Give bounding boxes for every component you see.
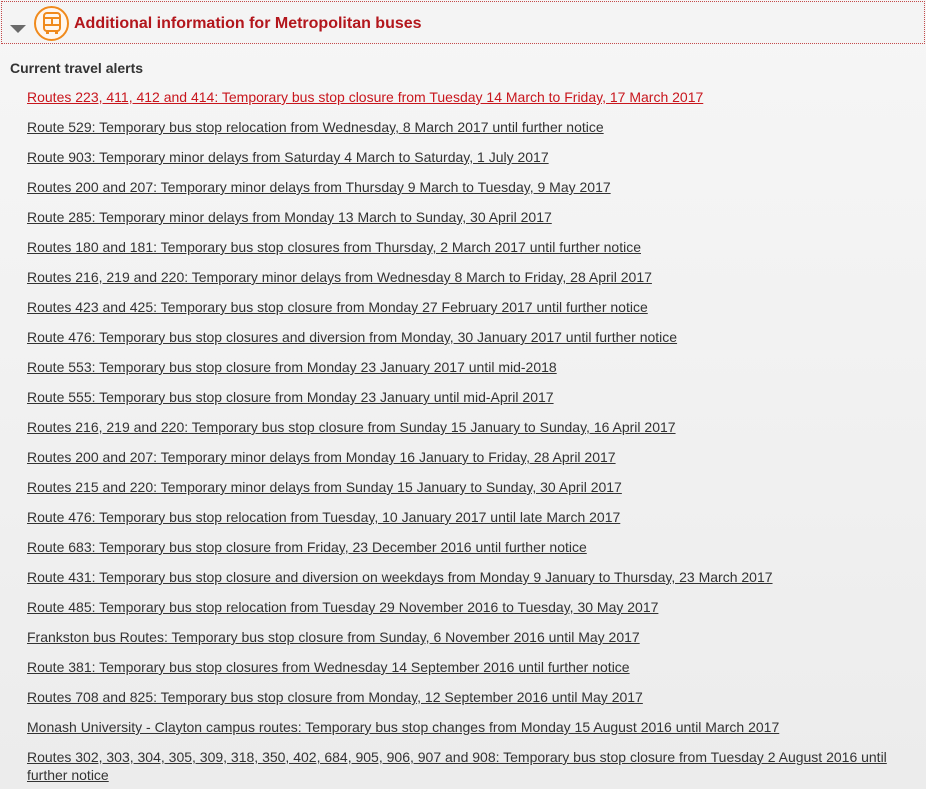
travel-alert-link[interactable]: Routes 223, 411, 412 and 414: Temporary … [27,89,703,105]
list-item: Routes 215 and 220: Temporary minor dela… [27,479,917,509]
travel-alert-link[interactable]: Route 381: Temporary bus stop closures f… [27,659,630,675]
travel-alert-link[interactable]: Routes 216, 219 and 220: Temporary minor… [27,269,652,285]
list-item: Routes 708 and 825: Temporary bus stop c… [27,689,917,719]
current-travel-alerts-heading: Current travel alerts [10,60,144,76]
panel-title[interactable]: Additional information for Metropolitan … [74,15,422,33]
list-item: Route 683: Temporary bus stop closure fr… [27,539,917,569]
travel-alert-link[interactable]: Route 431: Temporary bus stop closure an… [27,569,773,585]
travel-alert-link[interactable]: Route 485: Temporary bus stop relocation… [27,599,658,615]
list-item: Route 476: Temporary bus stop relocation… [27,509,917,539]
list-item: Route 485: Temporary bus stop relocation… [27,599,917,629]
list-item: Route 555: Temporary bus stop closure fr… [27,389,917,419]
travel-alert-link[interactable]: Route 903: Temporary minor delays from S… [27,149,549,165]
travel-alert-link[interactable]: Route 285: Temporary minor delays from M… [27,209,552,225]
travel-alert-link[interactable]: Route 553: Temporary bus stop closure fr… [27,359,557,375]
list-item: Routes 180 and 181: Temporary bus stop c… [27,239,917,269]
travel-alert-link[interactable]: Routes 200 and 207: Temporary minor dela… [27,179,611,195]
travel-alert-link[interactable]: Monash University - Clayton campus route… [27,719,779,735]
list-item: Routes 216, 219 and 220: Temporary bus s… [27,419,917,449]
panel-header[interactable]: Additional information for Metropolitan … [1,1,925,44]
list-item: Routes 200 and 207: Temporary minor dela… [27,179,917,209]
list-item: Route 903: Temporary minor delays from S… [27,149,917,179]
travel-alert-link[interactable]: Routes 216, 219 and 220: Temporary bus s… [27,419,676,435]
travel-alert-link[interactable]: Frankston bus Routes: Temporary bus stop… [27,629,640,645]
travel-alert-link[interactable]: Route 476: Temporary bus stop closures a… [27,329,677,345]
travel-alert-link[interactable]: Route 555: Temporary bus stop closure fr… [27,389,554,405]
list-item: Route 431: Temporary bus stop closure an… [27,569,917,599]
travel-alert-link[interactable]: Route 683: Temporary bus stop closure fr… [27,539,587,555]
metropolitan-buses-panel: Additional information for Metropolitan … [0,0,926,789]
list-item: Route 285: Temporary minor delays from M… [27,209,917,239]
travel-alert-link[interactable]: Routes 200 and 207: Temporary minor dela… [27,449,616,465]
travel-alert-link[interactable]: Route 476: Temporary bus stop relocation… [27,509,620,525]
travel-alert-link[interactable]: Routes 302, 303, 304, 305, 309, 318, 350… [27,749,887,783]
travel-alert-link[interactable]: Routes 180 and 181: Temporary bus stop c… [27,239,641,255]
travel-alerts-list: Routes 223, 411, 412 and 414: Temporary … [27,89,917,783]
travel-alert-link[interactable]: Routes 708 and 825: Temporary bus stop c… [27,689,643,705]
list-item: Route 553: Temporary bus stop closure fr… [27,359,917,389]
travel-alert-link[interactable]: Route 529: Temporary bus stop relocation… [27,119,604,135]
chevron-down-icon[interactable] [10,25,26,33]
list-item: Route 381: Temporary bus stop closures f… [27,659,917,689]
list-item: Route 529: Temporary bus stop relocation… [27,119,917,149]
list-item: Route 476: Temporary bus stop closures a… [27,329,917,359]
list-item: Monash University - Clayton campus route… [27,719,917,749]
list-item: Routes 200 and 207: Temporary minor dela… [27,449,917,479]
bus-icon [34,6,69,41]
travel-alert-link[interactable]: Routes 423 and 425: Temporary bus stop c… [27,299,648,315]
list-item: Routes 223, 411, 412 and 414: Temporary … [27,89,917,119]
list-item: Frankston bus Routes: Temporary bus stop… [27,629,917,659]
list-item: Routes 216, 219 and 220: Temporary minor… [27,269,917,299]
list-item: Routes 302, 303, 304, 305, 309, 318, 350… [27,749,917,783]
list-item: Routes 423 and 425: Temporary bus stop c… [27,299,917,329]
travel-alert-link[interactable]: Routes 215 and 220: Temporary minor dela… [27,479,622,495]
